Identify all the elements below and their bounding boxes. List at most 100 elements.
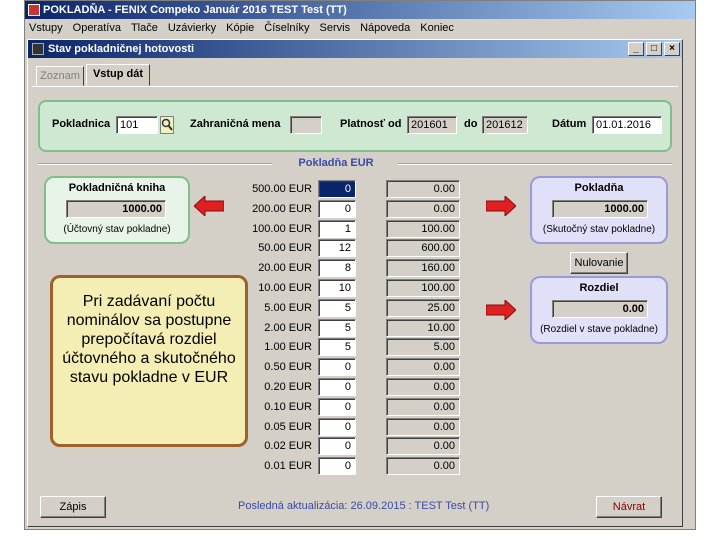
denomination-amount: 100.00 — [386, 219, 460, 238]
denomination-amount: 0.00 — [386, 358, 460, 377]
denomination-count-input[interactable]: 5 — [318, 298, 356, 317]
denomination-count-input[interactable]: 0 — [318, 397, 356, 416]
denomination-label: 2.00 EUR — [264, 321, 312, 334]
denomination-label: 50.00 EUR — [258, 242, 312, 255]
save-button[interactable]: Zápis — [40, 496, 106, 518]
maximize-button[interactable]: □ — [646, 42, 662, 56]
denomination-amount: 0.00 — [386, 180, 460, 198]
date-field[interactable]: 01.01.2016 — [592, 116, 662, 134]
menu-item-servis[interactable]: Servis — [320, 19, 351, 37]
denomination-label: 0.10 EUR — [264, 400, 312, 413]
right-arrow-icon — [486, 196, 516, 216]
status-text: Posledná aktualizácia: 26.09.2015 : TEST… — [238, 500, 490, 512]
left-arrow-icon — [194, 196, 224, 216]
help-note: Pri zadávaní počtu nominálov sa postupne… — [50, 275, 248, 447]
denomination-label: 0.20 EUR — [264, 381, 312, 393]
denomination-amount: 160.00 — [386, 259, 460, 278]
denomination-label: 200.00 EUR — [252, 202, 312, 215]
denomination-amount: 10.00 — [386, 318, 460, 337]
denomination-label: 100.00 EUR — [252, 222, 312, 235]
denomination-count-input[interactable]: 12 — [318, 239, 356, 258]
difference-title: Rozdiel — [579, 282, 619, 294]
denomination-label: 0.02 EUR — [264, 440, 312, 453]
cash-book-title: Pokladničná kniha — [68, 182, 166, 194]
valid-from-field[interactable]: 201601 — [407, 116, 457, 134]
denomination-amount: 0.00 — [386, 437, 460, 456]
denomination-amount: 0.00 — [386, 397, 460, 416]
denomination-label: 5.00 EUR — [264, 301, 312, 314]
denomination-amount: 0.00 — [386, 378, 460, 396]
back-button[interactable]: Návrat — [596, 496, 662, 518]
denomination-label: 500.00 EUR — [252, 183, 312, 195]
denomination-count-input[interactable]: 0 — [318, 378, 356, 396]
difference-value: 0.00 — [552, 300, 648, 318]
denomination-amount: 25.00 — [386, 298, 460, 317]
difference-note: (Rozdiel v stave pokladne) — [540, 324, 658, 335]
menu-item-ciselniky[interactable]: Číselníky — [264, 19, 309, 37]
denomination-amount: 0.00 — [386, 457, 460, 476]
currency-label: Zahraničná mena — [190, 118, 281, 130]
main-title-bar: POKLADŇA - FENIX Compeko Január 2016 TES… — [25, 1, 695, 19]
cash-book-box: Pokladničná kniha 1000.00 (Účtovný stav … — [44, 176, 190, 244]
denomination-label: 0.50 EUR — [264, 361, 312, 374]
denomination-label: 10.00 EUR — [258, 282, 312, 294]
cashbox-field[interactable]: 101 — [116, 116, 158, 134]
cash-box-value: 1000.00 — [552, 200, 648, 218]
menu-item-koniec[interactable]: Koniec — [420, 19, 454, 37]
denomination-label: 20.00 EUR — [258, 262, 312, 275]
menu-item-operativa[interactable]: Operatíva — [73, 19, 121, 37]
window-icon — [32, 43, 44, 55]
close-button[interactable]: × — [664, 42, 680, 56]
inner-title-bar: Stav pokladničnej hotovosti _ □ × — [28, 40, 682, 58]
header-panel: Pokladnica 101 Zahraničná mena Platnosť … — [38, 100, 672, 152]
reset-button[interactable]: Nulovanie — [570, 252, 628, 274]
cash-box-note: (Skutočný stav pokladne) — [542, 224, 656, 235]
date-label: Dátum — [552, 118, 587, 130]
section-title: Pokladňa EUR — [298, 157, 374, 169]
denomination-count-input[interactable]: 0 — [318, 358, 356, 377]
denomination-label: 0.05 EUR — [264, 420, 312, 433]
cash-status-window: Stav pokladničnej hotovosti _ □ × Zoznam… — [27, 39, 683, 527]
denomination-count-input[interactable]: 8 — [318, 259, 356, 278]
menu-item-tlace[interactable]: Tlače — [131, 19, 158, 37]
section-divider-right — [398, 163, 672, 165]
menu-item-vstupy[interactable]: Vstupy — [29, 19, 63, 37]
cash-book-value: 1000.00 — [66, 200, 166, 218]
cash-box-title: Pokladňa — [574, 182, 624, 194]
app-title: POKLADŇA - FENIX Compeko Január 2016 TES… — [43, 4, 347, 16]
currency-field[interactable] — [290, 116, 322, 134]
difference-box: Rozdiel 0.00 (Rozdiel v stave pokladne) — [530, 276, 668, 344]
denomination-amount: 5.00 — [386, 338, 460, 357]
denomination-count-input[interactable]: 1 — [318, 219, 356, 238]
denomination-amount: 0.00 — [386, 199, 460, 218]
denomination-count-input[interactable]: 0 — [318, 199, 356, 218]
right-arrow-icon — [486, 300, 516, 320]
menu-item-kopie[interactable]: Kópie — [226, 19, 254, 37]
denomination-count-input[interactable]: 0 — [318, 457, 356, 476]
denomination-count-input[interactable]: 0 — [318, 180, 356, 198]
valid-to-label: do — [464, 118, 478, 130]
denomination-count-input[interactable]: 0 — [318, 417, 356, 436]
denomination-label: 1.00 EUR — [264, 341, 312, 354]
denomination-label: 0.01 EUR — [264, 460, 312, 473]
denomination-count-input[interactable]: 5 — [318, 338, 356, 357]
minimize-button[interactable]: _ — [628, 42, 644, 56]
inner-window-title: Stav pokladničnej hotovosti — [48, 43, 195, 55]
denomination-amount: 100.00 — [386, 279, 460, 297]
main-window: POKLADŇA - FENIX Compeko Január 2016 TES… — [24, 0, 696, 530]
caption-buttons: _ □ × — [628, 42, 680, 56]
denomination-count-input[interactable]: 5 — [318, 318, 356, 337]
cash-box: Pokladňa 1000.00 (Skutočný stav pokladne… — [530, 176, 668, 244]
valid-to-field[interactable]: 201612 — [482, 116, 528, 134]
tab-list[interactable]: Zoznam — [36, 66, 84, 86]
denomination-count-input[interactable]: 10 — [318, 279, 356, 297]
cash-book-note: (Účtovný stav pokladne) — [63, 224, 171, 235]
denomination-amount: 600.00 — [386, 239, 460, 258]
menu-item-uzavierky[interactable]: Uzávierky — [168, 19, 216, 37]
menu-item-napoveda[interactable]: Nápoveda — [360, 19, 410, 37]
denomination-count-input[interactable]: 0 — [318, 437, 356, 456]
tab-data-entry[interactable]: Vstup dát — [86, 64, 150, 86]
search-icon[interactable] — [160, 116, 174, 134]
menu-bar: Vstupy Operatíva Tlače Uzávierky Kópie Č… — [25, 19, 695, 37]
denomination-amount: 0.00 — [386, 417, 460, 436]
